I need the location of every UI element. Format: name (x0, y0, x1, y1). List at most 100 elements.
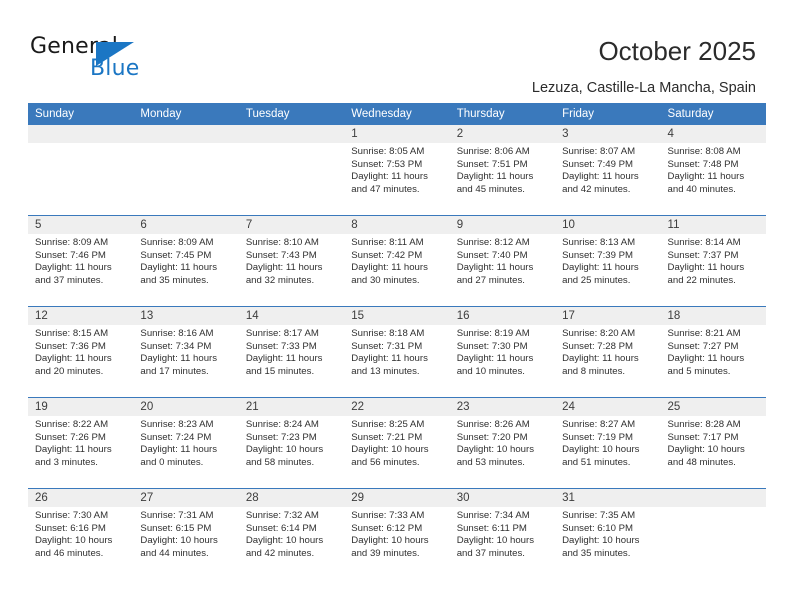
day-detail-line: Daylight: 10 hours (667, 444, 745, 456)
day-number-12[interactable]: 12 (28, 310, 133, 322)
day-cell-10[interactable]: Sunrise: 8:13 AM Sunset: 7:39 PM Daylight:… (555, 234, 660, 306)
day-number-17[interactable]: 17 (555, 310, 660, 322)
day-number-30[interactable]: 30 (450, 492, 555, 504)
day-detail-line: and 35 minutes. (562, 547, 631, 559)
day-detail-line: and 37 minutes. (35, 274, 104, 286)
day-number-6[interactable]: 6 (133, 219, 238, 231)
day-cell-28[interactable]: Sunrise: 7:32 AM Sunset: 6:14 PM Daylight:… (239, 507, 344, 579)
weekday-header-friday: Friday (562, 108, 595, 120)
day-cell-4[interactable]: Sunrise: 8:08 AM Sunset: 7:48 PM Daylight:… (661, 143, 766, 215)
day-cell-5[interactable]: Sunrise: 8:09 AM Sunset: 7:46 PM Daylight:… (28, 234, 133, 306)
day-detail-line: Daylight: 10 hours (456, 535, 535, 547)
day-cell-22[interactable]: Sunrise: 8:25 AM Sunset: 7:21 PM Daylight:… (344, 416, 449, 488)
day-detail-line: Sunset: 7:34 PM (140, 340, 212, 352)
day-cell-24[interactable]: Sunrise: 8:27 AM Sunset: 7:19 PM Daylight:… (555, 416, 660, 488)
day-cell-27[interactable]: Sunrise: 7:31 AM Sunset: 6:15 PM Daylight:… (133, 507, 238, 579)
weekday-header-saturday: Saturday (667, 108, 714, 120)
day-cell-1[interactable]: Sunrise: 8:05 AM Sunset: 7:53 PM Daylight:… (344, 143, 449, 215)
day-cell-18[interactable]: Sunrise: 8:21 AM Sunset: 7:27 PM Daylight:… (661, 325, 766, 397)
day-number-19[interactable]: 19 (28, 401, 133, 413)
day-cell-23[interactable]: Sunrise: 8:26 AM Sunset: 7:20 PM Daylight:… (450, 416, 555, 488)
day-detail-line: and 40 minutes. (667, 183, 736, 195)
day-number-14[interactable]: 14 (239, 310, 344, 322)
day-cell-2[interactable]: Sunrise: 8:06 AM Sunset: 7:51 PM Daylight:… (450, 143, 555, 215)
day-number-25[interactable]: 25 (661, 401, 766, 413)
day-number-23[interactable]: 23 (450, 401, 555, 413)
day-detail-line: and 10 minutes. (456, 365, 525, 377)
day-number-15[interactable]: 15 (344, 310, 449, 322)
day-cell-15[interactable]: Sunrise: 8:18 AM Sunset: 7:31 PM Daylight:… (344, 325, 449, 397)
day-number-2[interactable]: 2 (450, 128, 555, 140)
week-date-bar: 1234 (28, 125, 766, 143)
day-cell-11[interactable]: Sunrise: 8:14 AM Sunset: 7:37 PM Daylight:… (661, 234, 766, 306)
day-number-31[interactable]: 31 (555, 492, 660, 504)
day-number-26[interactable]: 26 (28, 492, 133, 504)
day-detail-line: Sunset: 6:10 PM (562, 522, 634, 534)
general-blue-logo[interactable]: General Blue (30, 34, 250, 90)
day-detail-line: Sunset: 7:28 PM (562, 340, 634, 352)
day-detail-line: Sunrise: 8:19 AM (456, 328, 530, 339)
day-number-29[interactable]: 29 (344, 492, 449, 504)
day-cell-13[interactable]: Sunrise: 8:16 AM Sunset: 7:34 PM Daylight:… (133, 325, 238, 397)
day-number-27[interactable]: 27 (133, 492, 238, 504)
day-cell-21[interactable]: Sunrise: 8:24 AM Sunset: 7:23 PM Daylight:… (239, 416, 344, 488)
day-cell-30[interactable]: Sunrise: 7:34 AM Sunset: 6:11 PM Daylight:… (450, 507, 555, 579)
day-number-8[interactable]: 8 (344, 219, 449, 231)
day-cell-6[interactable]: Sunrise: 8:09 AM Sunset: 7:45 PM Daylight:… (133, 234, 238, 306)
day-number-5[interactable]: 5 (28, 219, 133, 231)
day-detail-line: Sunset: 7:37 PM (667, 249, 739, 261)
day-cell-16[interactable]: Sunrise: 8:19 AM Sunset: 7:30 PM Daylight:… (450, 325, 555, 397)
day-cell-19[interactable]: Sunrise: 8:22 AM Sunset: 7:26 PM Daylight:… (28, 416, 133, 488)
day-detail-line: Sunrise: 7:31 AM (140, 510, 214, 521)
day-detail-line: Sunset: 7:19 PM (562, 431, 634, 443)
day-number-13[interactable]: 13 (133, 310, 238, 322)
day-cell-17[interactable]: Sunrise: 8:20 AM Sunset: 7:28 PM Daylight:… (555, 325, 660, 397)
day-detail-line: Daylight: 11 hours (245, 353, 323, 365)
day-detail-line: Sunset: 7:51 PM (456, 158, 528, 170)
day-number-11[interactable]: 11 (661, 219, 766, 231)
week-body-row: Sunrise: 8:22 AM Sunset: 7:26 PM Daylight:… (28, 416, 766, 488)
day-number-10[interactable]: 10 (555, 219, 660, 231)
week-body-row: Sunrise: 7:30 AM Sunset: 6:16 PM Daylight:… (28, 507, 766, 579)
day-cell-8[interactable]: Sunrise: 8:11 AM Sunset: 7:42 PM Daylight:… (344, 234, 449, 306)
day-number-22[interactable]: 22 (344, 401, 449, 413)
day-detail-line: Sunset: 7:39 PM (562, 249, 634, 261)
day-detail-line: Sunset: 7:30 PM (456, 340, 528, 352)
day-number-1[interactable]: 1 (344, 128, 449, 140)
calendar-week-row: 19 20 21 22 23 24 25 Sunrise: 8:22 AM Sunset: 7:… (28, 397, 766, 488)
day-cell-12[interactable]: Sunrise: 8:15 AM Sunset: 7:36 PM Daylight:… (28, 325, 133, 397)
day-detail-line: Sunset: 7:36 PM (35, 340, 106, 352)
day-number-28[interactable]: 28 (239, 492, 344, 504)
day-detail-line: Sunrise: 8:22 AM (35, 419, 109, 430)
day-number-20[interactable]: 20 (133, 401, 238, 413)
day-detail-line: and 22 minutes. (667, 274, 736, 286)
day-detail-line: Sunset: 6:14 PM (245, 522, 317, 534)
day-cell-26[interactable]: Sunrise: 7:30 AM Sunset: 6:16 PM Daylight:… (28, 507, 133, 579)
day-detail-line: and 48 minutes. (667, 456, 736, 468)
day-cell-9[interactable]: Sunrise: 8:12 AM Sunset: 7:40 PM Daylight:… (450, 234, 555, 306)
day-number-3[interactable]: 3 (555, 128, 660, 140)
day-detail-line: Sunrise: 8:18 AM (351, 328, 425, 339)
day-cell-25[interactable]: Sunrise: 8:28 AM Sunset: 7:17 PM Daylight:… (661, 416, 766, 488)
day-number-7[interactable]: 7 (239, 219, 344, 231)
day-cell-31[interactable]: Sunrise: 7:35 AM Sunset: 6:10 PM Daylight:… (555, 507, 660, 579)
day-detail-line: Sunrise: 8:09 AM (140, 237, 214, 248)
day-number-4[interactable]: 4 (661, 128, 766, 140)
day-detail-line: Sunset: 7:21 PM (351, 431, 423, 443)
day-detail-line: Daylight: 11 hours (667, 353, 745, 365)
day-number-9[interactable]: 9 (450, 219, 555, 231)
day-number-24[interactable]: 24 (555, 401, 660, 413)
day-cell-14[interactable]: Sunrise: 8:17 AM Sunset: 7:33 PM Daylight:… (239, 325, 344, 397)
day-number-16[interactable]: 16 (450, 310, 555, 322)
day-cell-20[interactable]: Sunrise: 8:23 AM Sunset: 7:24 PM Daylight:… (133, 416, 238, 488)
day-cell-29[interactable]: Sunrise: 7:33 AM Sunset: 6:12 PM Daylight:… (344, 507, 449, 579)
week-date-bar: 12 13 14 15 16 17 18 (28, 307, 766, 325)
day-cell-7[interactable]: Sunrise: 8:10 AM Sunset: 7:43 PM Daylight:… (239, 234, 344, 306)
day-cell-3[interactable]: Sunrise: 8:07 AM Sunset: 7:49 PM Daylight:… (555, 143, 660, 215)
day-number-21[interactable]: 21 (239, 401, 344, 413)
day-detail-line: Sunrise: 8:06 AM (456, 146, 530, 157)
day-detail-line: Daylight: 11 hours (456, 353, 534, 365)
day-number-18[interactable]: 18 (661, 310, 766, 322)
day-detail-line: Sunset: 7:48 PM (667, 158, 739, 170)
day-detail-line: Daylight: 11 hours (351, 353, 428, 365)
